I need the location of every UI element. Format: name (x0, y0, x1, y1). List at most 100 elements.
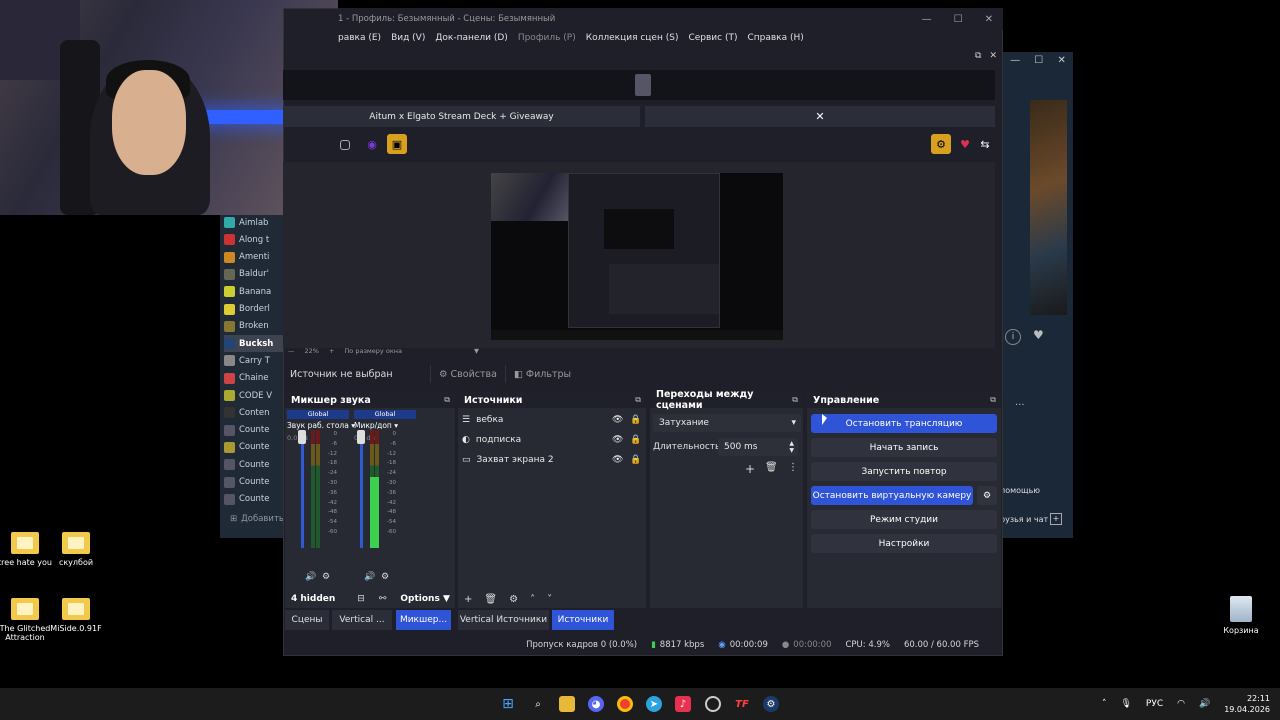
settings-button[interactable]: Настройки (811, 534, 997, 553)
lock-icon[interactable]: 🔒 (630, 435, 641, 445)
gear-icon[interactable]: ⚙ (977, 486, 997, 505)
steam-game-item[interactable]: Counte (224, 456, 290, 473)
duration-input[interactable]: 500 ms ▲ ▼ (718, 438, 798, 456)
undock-icon[interactable]: ⧉ (975, 51, 981, 61)
info-icon[interactable]: i (1005, 329, 1021, 345)
desktop-icon-skulboy[interactable]: скулбой (46, 532, 106, 567)
minimize-icon[interactable]: — (922, 14, 932, 25)
add-icon[interactable]: + (745, 462, 755, 476)
hidden-count[interactable]: 4 hidden (291, 594, 335, 604)
menu-view[interactable]: Вид (V) (391, 33, 425, 43)
eye-icon[interactable]: 👁 (612, 455, 623, 465)
more-vertical-icon[interactable]: ⋮ (788, 462, 798, 473)
tf-icon[interactable]: TF (734, 696, 750, 712)
volume-slider[interactable] (298, 430, 306, 444)
layout-icon[interactable]: ⊟ (357, 594, 365, 604)
undock-icon[interactable]: ⧉ (990, 395, 996, 405)
chrome-icon[interactable] (617, 696, 633, 712)
volume-icon[interactable]: 🔊 (1199, 699, 1210, 709)
transition-select[interactable]: Затухание ▾ (653, 414, 801, 432)
clock[interactable]: 22:11 19.04.2026 (1224, 693, 1270, 715)
close-icon[interactable]: ✕ (645, 106, 995, 127)
gear-icon[interactable]: ⚙ (931, 134, 951, 154)
start-replay-button[interactable]: Запустить повтор (811, 462, 997, 481)
channel-name[interactable]: Звук раб. стола ▾ (287, 421, 355, 430)
gear-icon[interactable]: ⚙ (509, 594, 518, 605)
steam-game-item[interactable]: Counte (224, 439, 290, 456)
steam-game-item[interactable]: Along t (224, 231, 290, 248)
trash-icon[interactable]: 🗑 (765, 462, 778, 473)
maximize-icon[interactable]: ☐ (954, 14, 963, 25)
options-button[interactable]: Options ▼ (400, 594, 450, 604)
lock-icon[interactable]: 🔒 (630, 455, 641, 465)
start-recording-button[interactable]: Начать запись (811, 438, 997, 457)
steam-friends-label[interactable]: рузья и чат (1000, 515, 1048, 524)
steam-game-item[interactable]: Conten (224, 404, 290, 421)
heart-icon[interactable]: ♥ (1033, 328, 1044, 342)
volume-slider[interactable] (357, 430, 365, 444)
steam-game-item[interactable]: Carry T (224, 352, 290, 369)
source-item[interactable]: ▭ Захват экрана 2 👁 🔒 (462, 450, 642, 470)
stepper-icon[interactable]: ▲ ▼ (789, 440, 794, 454)
undock-icon[interactable]: ⧉ (792, 395, 798, 405)
discord-icon[interactable]: ◕ (588, 696, 604, 712)
menu-scene-collection[interactable]: Коллекция сцен (S) (586, 33, 679, 43)
wifi-icon[interactable]: ◠ (1177, 699, 1185, 709)
eye-icon[interactable]: 👁 (612, 435, 623, 445)
twitch-icon[interactable]: ◉ (362, 134, 382, 154)
volume-meter[interactable] (298, 430, 320, 548)
menu-profile[interactable]: Профиль (P) (518, 33, 576, 43)
studio-mode-button[interactable]: Режим студии (811, 510, 997, 529)
desktop-icon-miside[interactable]: MiSide.0.91F (46, 598, 106, 633)
fit-label[interactable]: По размеру окна (344, 347, 402, 355)
telegram-icon[interactable]: ➤ (646, 696, 662, 712)
steam-game-item[interactable]: Bucksh (224, 335, 290, 353)
settings-icon[interactable]: ⚙ (381, 572, 389, 582)
steam-game-item[interactable]: Counte (224, 422, 290, 439)
screen-icon[interactable]: ▣ (387, 134, 407, 154)
microphone-icon[interactable]: 🎙 (1120, 699, 1131, 709)
language-indicator[interactable]: РУС (1146, 699, 1163, 709)
filters-button[interactable]: ◧ Фильтры (504, 365, 579, 383)
menu-help[interactable]: Справка (H) (747, 33, 803, 43)
menu-tools[interactable]: Сервис (T) (688, 33, 737, 43)
add-game-button[interactable]: ⊞ Добавить (230, 514, 284, 524)
menu-edit[interactable]: равка (E) (338, 33, 381, 43)
zoom-in-icon[interactable]: + (329, 347, 334, 355)
chevron-down-icon[interactable]: ▼ (474, 347, 479, 355)
tab-scenes[interactable]: Сцены (285, 610, 329, 630)
close-icon[interactable]: ✕ (985, 14, 993, 25)
tab-sources[interactable]: Источники (552, 610, 614, 630)
search-icon[interactable]: ⌕ (530, 696, 546, 712)
minimize-icon[interactable]: — (1010, 55, 1020, 66)
steam-game-item[interactable]: Baldur' (224, 266, 290, 283)
source-item[interactable]: ☰ вебка 👁 🔒 (462, 410, 642, 430)
volume-meter[interactable] (357, 430, 379, 548)
tab-vertical-sources[interactable]: Vertical Источники (458, 610, 549, 630)
tab-mixer[interactable]: Микшер... (396, 610, 451, 630)
more-icon[interactable]: ··· (1015, 400, 1025, 411)
settings-app-icon[interactable] (705, 696, 721, 712)
steam-game-item[interactable]: CODE V (224, 387, 290, 404)
undock-icon[interactable]: ⧉ (444, 395, 450, 405)
menu-docks[interactable]: Док-панели (D) (435, 33, 507, 43)
link-icon[interactable]: ⚯ (379, 594, 387, 604)
steam-game-item[interactable]: Amenti (224, 249, 290, 266)
trash-icon[interactable]: 🗑 (484, 594, 497, 605)
zoom-out-icon[interactable]: — (288, 347, 295, 355)
speaker-icon[interactable]: 🔊 (364, 572, 375, 582)
properties-button[interactable]: ⚙ Свойства (430, 365, 505, 383)
channel-name[interactable]: Микр/доп ▾ (354, 421, 416, 430)
eye-icon[interactable]: 👁 (612, 415, 623, 425)
share-icon[interactable]: ⇆ (975, 134, 995, 154)
maximize-icon[interactable]: ☐ (1034, 55, 1043, 66)
tiktok-icon[interactable]: ♪ (675, 696, 691, 712)
steam-game-item[interactable]: Counte (224, 474, 290, 491)
stream-title[interactable]: Aitum x Elgato Stream Deck + Giveaway (283, 106, 640, 127)
steam-game-item[interactable]: Chaine (224, 370, 290, 387)
windows-start-icon[interactable]: ⊞ (500, 696, 516, 712)
desktop-icon-recycle-bin[interactable]: Корзина (1211, 596, 1271, 635)
preview-canvas[interactable] (491, 173, 783, 340)
steam-game-item[interactable]: Borderl (224, 301, 290, 318)
close-icon[interactable]: ✕ (1057, 55, 1065, 66)
